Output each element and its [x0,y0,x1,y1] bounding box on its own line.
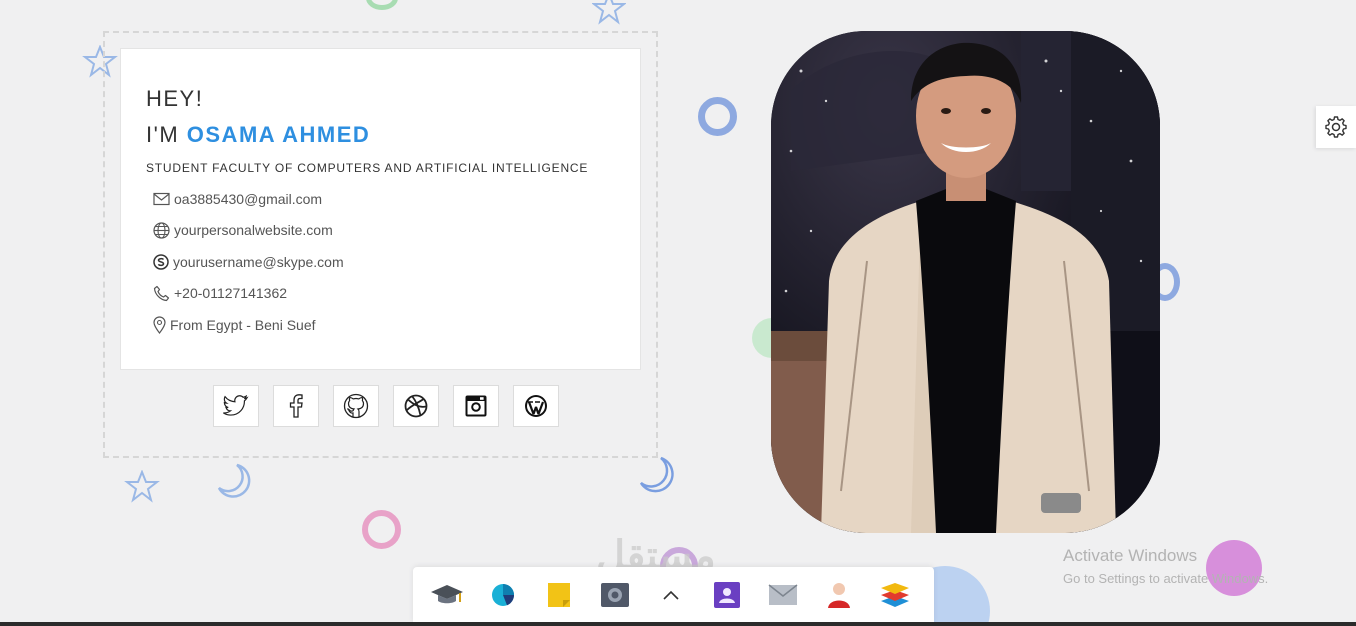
taskbar-dock [413,567,934,623]
profile-card: HEY! I'M OSAMA AHMED STUDENT FACULTY OF … [120,48,641,370]
dock-expand-button[interactable] [649,573,693,617]
dribbble-link[interactable] [393,385,439,427]
decor-moon-icon [639,456,674,493]
profile-photo [771,31,1160,533]
mail-icon [153,192,170,205]
instagram-link[interactable] [453,385,499,427]
facebook-link[interactable] [273,385,319,427]
github-icon [343,393,369,419]
contact-email: oa3885430@gmail.com [146,183,615,215]
contact-website: yourpersonalwebsite.com [146,215,615,247]
phone-icon [153,285,170,301]
bottom-bar [0,622,1356,626]
decor-circle-green [366,0,398,10]
graduation-cap-icon [431,585,463,604]
pie-chart-icon [492,584,515,606]
contact-text: yourusername@skype.com [173,253,344,270]
decor-circle-purple [1206,540,1262,596]
contact-text: yourpersonalwebsite.com [174,222,333,239]
chevron-up-icon [663,590,679,600]
decor-circle-blue [698,97,737,136]
dock-education[interactable] [425,573,469,617]
dock-contacts[interactable] [705,573,749,617]
dribbble-icon [404,394,428,418]
profile-name: OSAMA AHMED [186,122,371,147]
user-icon [828,583,850,608]
skype-icon [153,254,169,270]
decor-circle-pink [362,510,401,549]
dock-vault[interactable] [593,573,637,617]
contact-text: oa3885430@gmail.com [174,190,323,207]
contact-text: From Egypt - Beni Suef [170,316,316,333]
twitter-icon [223,395,249,416]
greeting: HEY! [146,86,204,111]
activate-windows-subtitle: Go to Settings to activate Windows. [1063,571,1269,586]
layers-icon [881,583,909,607]
contact-location: From Egypt - Beni Suef [146,309,615,341]
settings-button[interactable] [1316,106,1356,148]
gear-icon [1325,116,1347,138]
name-heading: I'M OSAMA AHMED [146,121,615,149]
dock-mail[interactable] [761,573,805,617]
contact-phone: +20-01127141362 [146,278,615,310]
wordpress-link[interactable] [513,385,559,427]
name-prefix: I'M [146,122,187,147]
sticky-note-icon [548,583,570,607]
profile-photo-illustration [771,31,1160,533]
mail-icon [768,584,798,605]
location-pin-icon [153,316,166,334]
profile-subtitle: STUDENT FACULTY OF COMPUTERS AND ARTIFIC… [146,161,589,175]
social-links [213,385,559,427]
dock-analytics[interactable] [481,573,525,617]
safe-icon [601,583,629,607]
github-link[interactable] [333,385,379,427]
dock-profile[interactable] [817,573,861,617]
decor-moon-icon [217,463,251,498]
decor-star-icon [592,0,626,25]
contacts-icon [714,582,740,608]
dock-layers[interactable] [873,573,917,617]
instagram-icon [465,395,487,417]
wordpress-icon [525,395,547,417]
contact-skype: yourusername@skype.com [146,246,615,278]
twitter-link[interactable] [213,385,259,427]
contact-text: +20-01127141362 [174,285,288,302]
decor-star-icon [124,470,160,503]
facebook-icon [289,394,303,418]
dock-notes[interactable] [537,573,581,617]
activate-windows-title: Activate Windows [1063,546,1198,565]
globe-icon [153,222,170,239]
